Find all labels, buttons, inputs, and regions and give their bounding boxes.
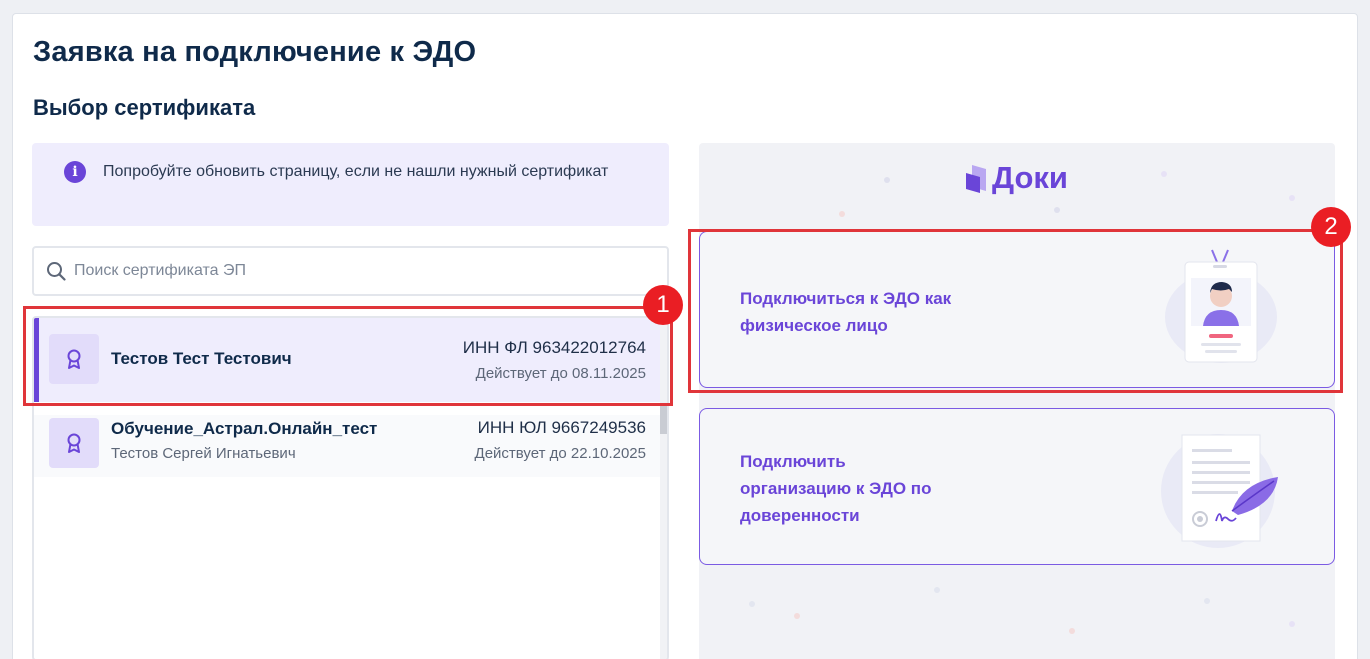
connect-organization-card[interactable]: Подключить организацию к ЭДО по доверенн… [699, 408, 1335, 565]
certificate-inn: ИНН ЮЛ 9667249536 [477, 418, 646, 437]
connect-individual-label: Подключиться к ЭДО как физическое лицо [740, 289, 952, 335]
annotation-number-2: 2 [1311, 207, 1351, 247]
certificate-icon [49, 418, 99, 468]
info-icon: i [64, 161, 86, 183]
certificate-search[interactable] [32, 246, 669, 296]
list-scrollbar[interactable] [660, 318, 667, 659]
info-text: Попробуйте обновить страницу, если не на… [103, 163, 609, 180]
connect-organization-label: Подключить организацию к ЭДО по доверенн… [740, 452, 932, 525]
doki-logo-icon [966, 165, 986, 193]
scrollbar-thumb[interactable] [660, 404, 667, 434]
doki-logo-text: Доки [992, 160, 1068, 195]
person-badge-illustration [1165, 249, 1277, 363]
search-icon [47, 262, 66, 281]
certificate-valid-until: Действует до 22.10.2025 [474, 445, 646, 462]
connect-individual-card[interactable]: Подключиться к ЭДО как физическое лицо [699, 231, 1335, 388]
info-banner: i Попробуйте обновить страницу, если не … [32, 143, 669, 226]
certificate-item-selected[interactable]: Тестов Тест Тестович ИНН ФЛ 963422012764… [34, 318, 662, 402]
certificate-name: Тестов Тест Тестович [111, 349, 292, 368]
search-input[interactable] [74, 248, 654, 294]
doki-panel: Доки Подключиться к ЭДО как физическое л… [699, 143, 1335, 659]
certificate-item[interactable]: Обучение_Астрал.Онлайн_тест Тестов Серге… [34, 415, 662, 477]
certificate-name: Обучение_Астрал.Онлайн_тест [111, 419, 378, 438]
page-title: Заявка на подключение к ЭДО [33, 36, 477, 68]
certificate-list: Тестов Тест Тестович ИНН ФЛ 963422012764… [32, 316, 669, 659]
annotation-number-1: 1 [643, 285, 683, 325]
certificate-icon [49, 334, 99, 384]
power-of-attorney-illustration [1161, 434, 1278, 548]
certificate-valid-until: Действует до 08.11.2025 [475, 365, 646, 382]
certificate-owner: Тестов Сергей Игнатьевич [111, 445, 296, 462]
certificate-inn: ИНН ФЛ 963422012764 [462, 338, 646, 357]
section-title: Выбор сертификата [33, 95, 256, 120]
